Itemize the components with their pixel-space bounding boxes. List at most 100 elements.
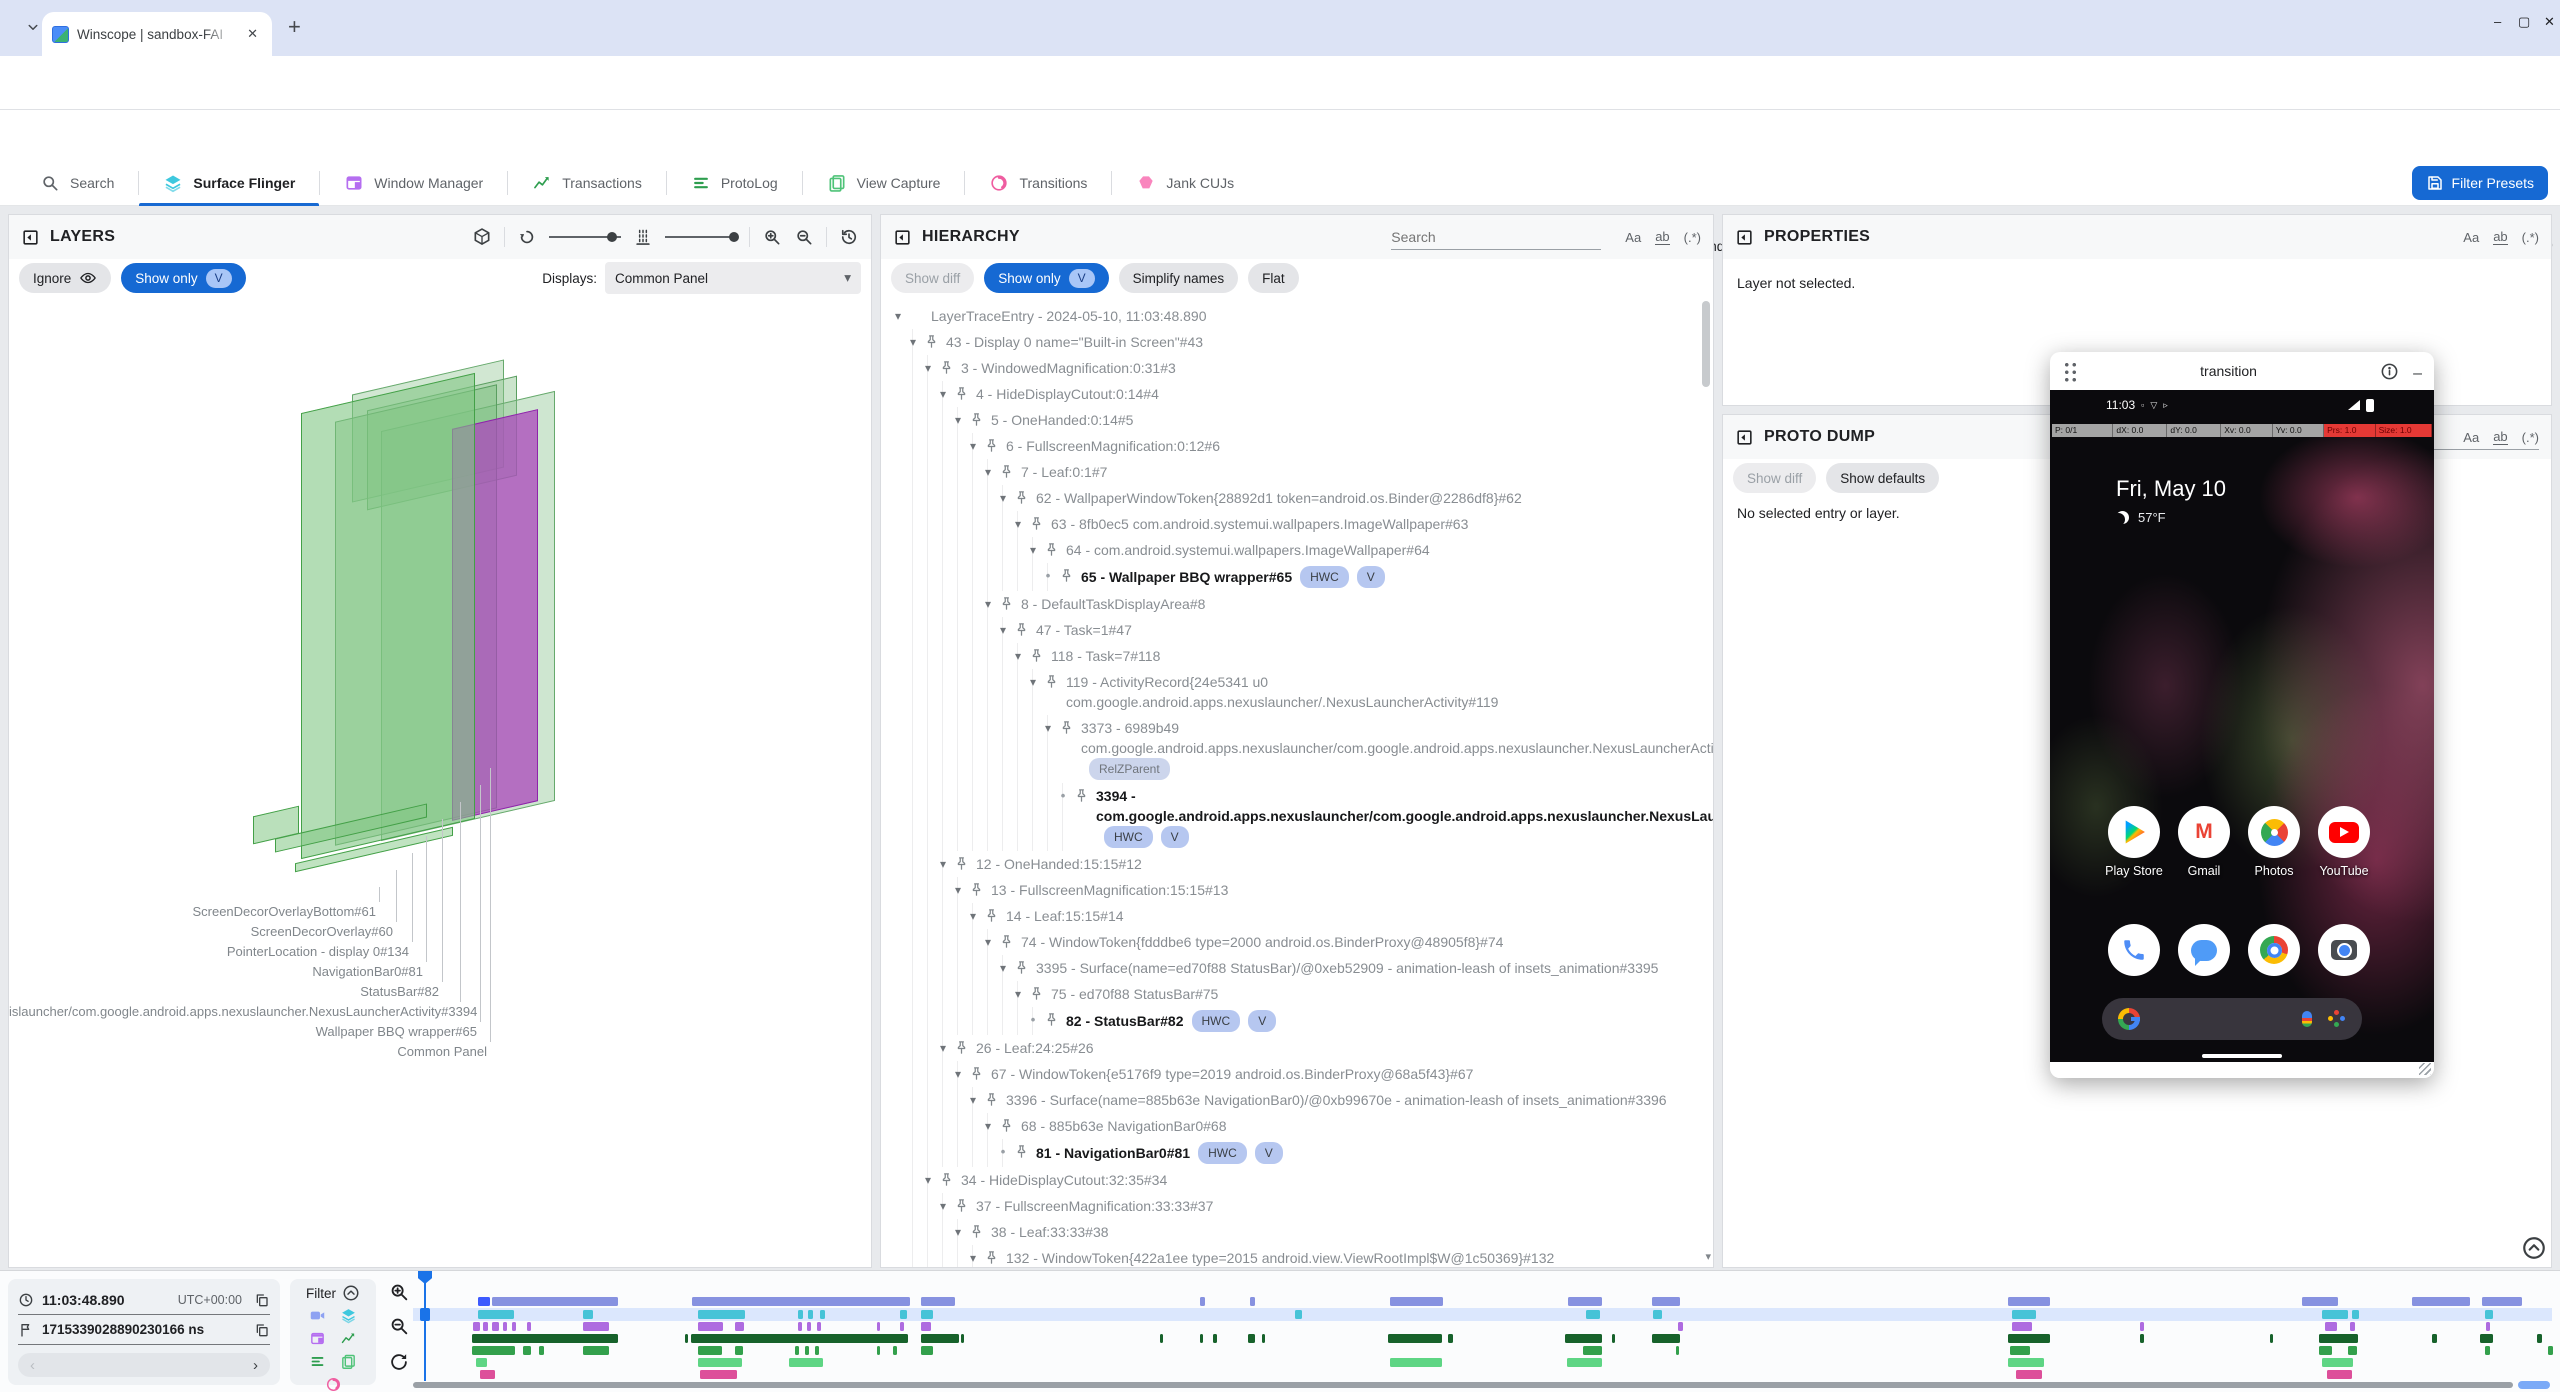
trace-segment-screen-recording[interactable] — [1250, 1297, 1255, 1306]
tree-row[interactable]: ▾63 - 8fb0ec5 com.android.systemui.wallp… — [881, 511, 1713, 537]
leaf-bullet-icon[interactable]: • — [1056, 786, 1070, 806]
pin-icon[interactable] — [1044, 1012, 1059, 1027]
match-case-icon[interactable]: Aa — [2463, 430, 2479, 445]
match-case-icon[interactable]: Aa — [1625, 230, 1641, 245]
trace-segment-transitions[interactable] — [2016, 1370, 2042, 1379]
trace-segment-transactions[interactable] — [2480, 1334, 2493, 1343]
timeline-scrollbar[interactable] — [413, 1382, 2513, 1388]
scrollbar-thumb[interactable] — [1702, 301, 1710, 387]
tree-row[interactable]: ▾3 - WindowedMagnification:0:31#3 — [881, 355, 1713, 381]
layer-label[interactable]: ScreenDecorOverlayBottom#61 — [9, 904, 376, 919]
scroll-down-icon[interactable]: ▾ — [1705, 1250, 1711, 1263]
spacing-slider[interactable] — [665, 236, 737, 238]
view-capture-icon[interactable] — [340, 1353, 357, 1370]
tree-row[interactable]: ▾38 - Leaf:33:33#38 — [881, 1219, 1713, 1245]
timeline-cursor-line[interactable] — [424, 1283, 426, 1381]
trace-segment-protolog[interactable] — [815, 1346, 819, 1355]
trace-segment-screen-recording[interactable] — [921, 1297, 955, 1306]
tree-row[interactable]: •82 - StatusBar#82HWCV — [881, 1007, 1713, 1035]
expand-arrow-icon[interactable]: ▾ — [966, 436, 980, 456]
match-word-icon[interactable]: ab — [2493, 229, 2507, 245]
match-word-icon[interactable]: ab — [2493, 429, 2507, 445]
flat-chip[interactable]: Flat — [1248, 263, 1299, 293]
pin-icon[interactable] — [1044, 542, 1059, 557]
trace-segment-transactions[interactable] — [1612, 1334, 1615, 1343]
expand-arrow-icon[interactable]: ▾ — [906, 332, 920, 352]
trace-segment-surface-flinger[interactable] — [583, 1310, 593, 1319]
trace-segment-screen-recording[interactable] — [2302, 1297, 2338, 1306]
trace-segment-surface-flinger[interactable] — [478, 1310, 514, 1319]
tree-row[interactable]: ▾LayerTraceEntry - 2024-05-10, 11:03:48.… — [881, 303, 1713, 329]
tree-row[interactable]: ▾74 - WindowToken{fdddbe6 type=2000 andr… — [881, 929, 1713, 955]
trace-segment-screen-recording[interactable] — [2412, 1297, 2470, 1306]
youtube-icon[interactable] — [2318, 806, 2370, 858]
trace-segment-screen-recording[interactable] — [1200, 1297, 1205, 1306]
layer-label[interactable]: StatusBar#82 — [9, 984, 439, 999]
match-case-icon[interactable]: Aa — [2463, 230, 2479, 245]
expand-arrow-icon[interactable]: ▾ — [891, 306, 905, 326]
trace-segment-window-manager[interactable] — [798, 1322, 802, 1331]
expand-arrow-icon[interactable]: ▾ — [996, 620, 1010, 640]
expand-arrow-icon[interactable]: ▾ — [921, 1170, 935, 1190]
app-photos[interactable]: Photos — [2248, 806, 2300, 878]
expand-arrow-icon[interactable]: ▾ — [951, 1064, 965, 1084]
trace-segment-window-manager[interactable] — [698, 1322, 723, 1331]
trace-segment-transactions[interactable] — [685, 1334, 688, 1343]
timestamp-ns[interactable]: 1715339028890230166 ns — [42, 1322, 204, 1337]
show-only-chip[interactable]: Show only V — [121, 263, 245, 293]
expand-arrow-icon[interactable]: ▾ — [996, 488, 1010, 508]
expand-arrow-icon[interactable]: ▾ — [981, 932, 995, 952]
window-maximize-icon[interactable]: ▢ — [2518, 14, 2530, 30]
trace-segment-transitions[interactable] — [480, 1370, 495, 1379]
pin-icon[interactable] — [969, 412, 984, 427]
trace-segment-transactions[interactable] — [472, 1334, 618, 1343]
pin-icon[interactable] — [984, 438, 999, 453]
trace-segment-transactions[interactable] — [1448, 1334, 1453, 1343]
trace-segment-screen-recording[interactable] — [1390, 1297, 1443, 1306]
trace-segment-transactions[interactable] — [691, 1334, 908, 1343]
trace-segment-protolog[interactable] — [583, 1346, 609, 1355]
expand-arrow-icon[interactable]: ▾ — [936, 1038, 950, 1058]
tree-row[interactable]: ▾118 - Task=7#118 — [881, 643, 1713, 669]
trace-segment-protolog[interactable] — [795, 1346, 799, 1355]
pin-icon[interactable] — [954, 1198, 969, 1213]
trace-segment-surface-flinger[interactable] — [1295, 1310, 1302, 1319]
trace-segment-window-manager[interactable] — [921, 1322, 931, 1331]
browser-tab[interactable]: Winscope | sandbox-FAI ✕ — [42, 12, 272, 56]
trace-segment-view-capture[interactable] — [698, 1358, 742, 1367]
pin-icon[interactable] — [999, 596, 1014, 611]
current-time[interactable]: 11:03:48.890 — [42, 1292, 125, 1308]
trace-segment-transactions[interactable] — [2140, 1334, 2144, 1343]
pin-icon[interactable] — [1014, 622, 1029, 637]
app-gmail[interactable]: MGmail — [2178, 806, 2230, 878]
trace-segment-surface-flinger[interactable] — [2352, 1310, 2359, 1319]
trace-segment-transactions[interactable] — [2008, 1334, 2050, 1343]
trace-segment-screen-recording[interactable] — [1568, 1297, 1602, 1306]
tree-row[interactable]: ▾26 - Leaf:24:25#26 — [881, 1035, 1713, 1061]
timeline-zoom-out-icon[interactable] — [388, 1315, 410, 1337]
layer-label[interactable]: NavigationBar0#81 — [9, 964, 423, 979]
trace-segment-transactions[interactable] — [2270, 1334, 2273, 1343]
phone-icon[interactable] — [2108, 924, 2160, 976]
pin-icon[interactable] — [1059, 720, 1074, 735]
trace-segment-protolog[interactable] — [2348, 1346, 2357, 1355]
window-close-icon[interactable]: ✕ — [2544, 14, 2555, 30]
regex-icon[interactable]: (.*) — [1684, 230, 1701, 245]
trace-segment-window-manager[interactable] — [877, 1322, 880, 1331]
trace-segment-protolog[interactable] — [735, 1346, 743, 1355]
play-store-icon[interactable] — [2108, 806, 2160, 858]
tree-row[interactable]: ▾13 - FullscreenMagnification:15:15#13 — [881, 877, 1713, 903]
camera-icon[interactable] — [2318, 924, 2370, 976]
expand-arrow-icon[interactable]: ▾ — [936, 384, 950, 404]
trace-segment-window-manager[interactable] — [2325, 1322, 2337, 1331]
tab-jank-cujs[interactable]: Jank CUJs — [1112, 160, 1258, 206]
filter-presets-button[interactable]: Filter Presets — [2412, 166, 2548, 200]
trace-segment-window-manager[interactable] — [817, 1322, 821, 1331]
transition-window-titlebar[interactable]: transition – — [2050, 352, 2434, 390]
pin-icon[interactable] — [984, 1092, 999, 1107]
tree-row[interactable]: ▾12 - OneHanded:15:15#12 — [881, 851, 1713, 877]
timeline-zoom-in-icon[interactable] — [388, 1281, 410, 1303]
expand-arrow-icon[interactable]: ▾ — [1011, 514, 1025, 534]
timeline-zoom-reset-icon[interactable] — [388, 1351, 410, 1373]
transactions-icon[interactable] — [340, 1330, 357, 1347]
